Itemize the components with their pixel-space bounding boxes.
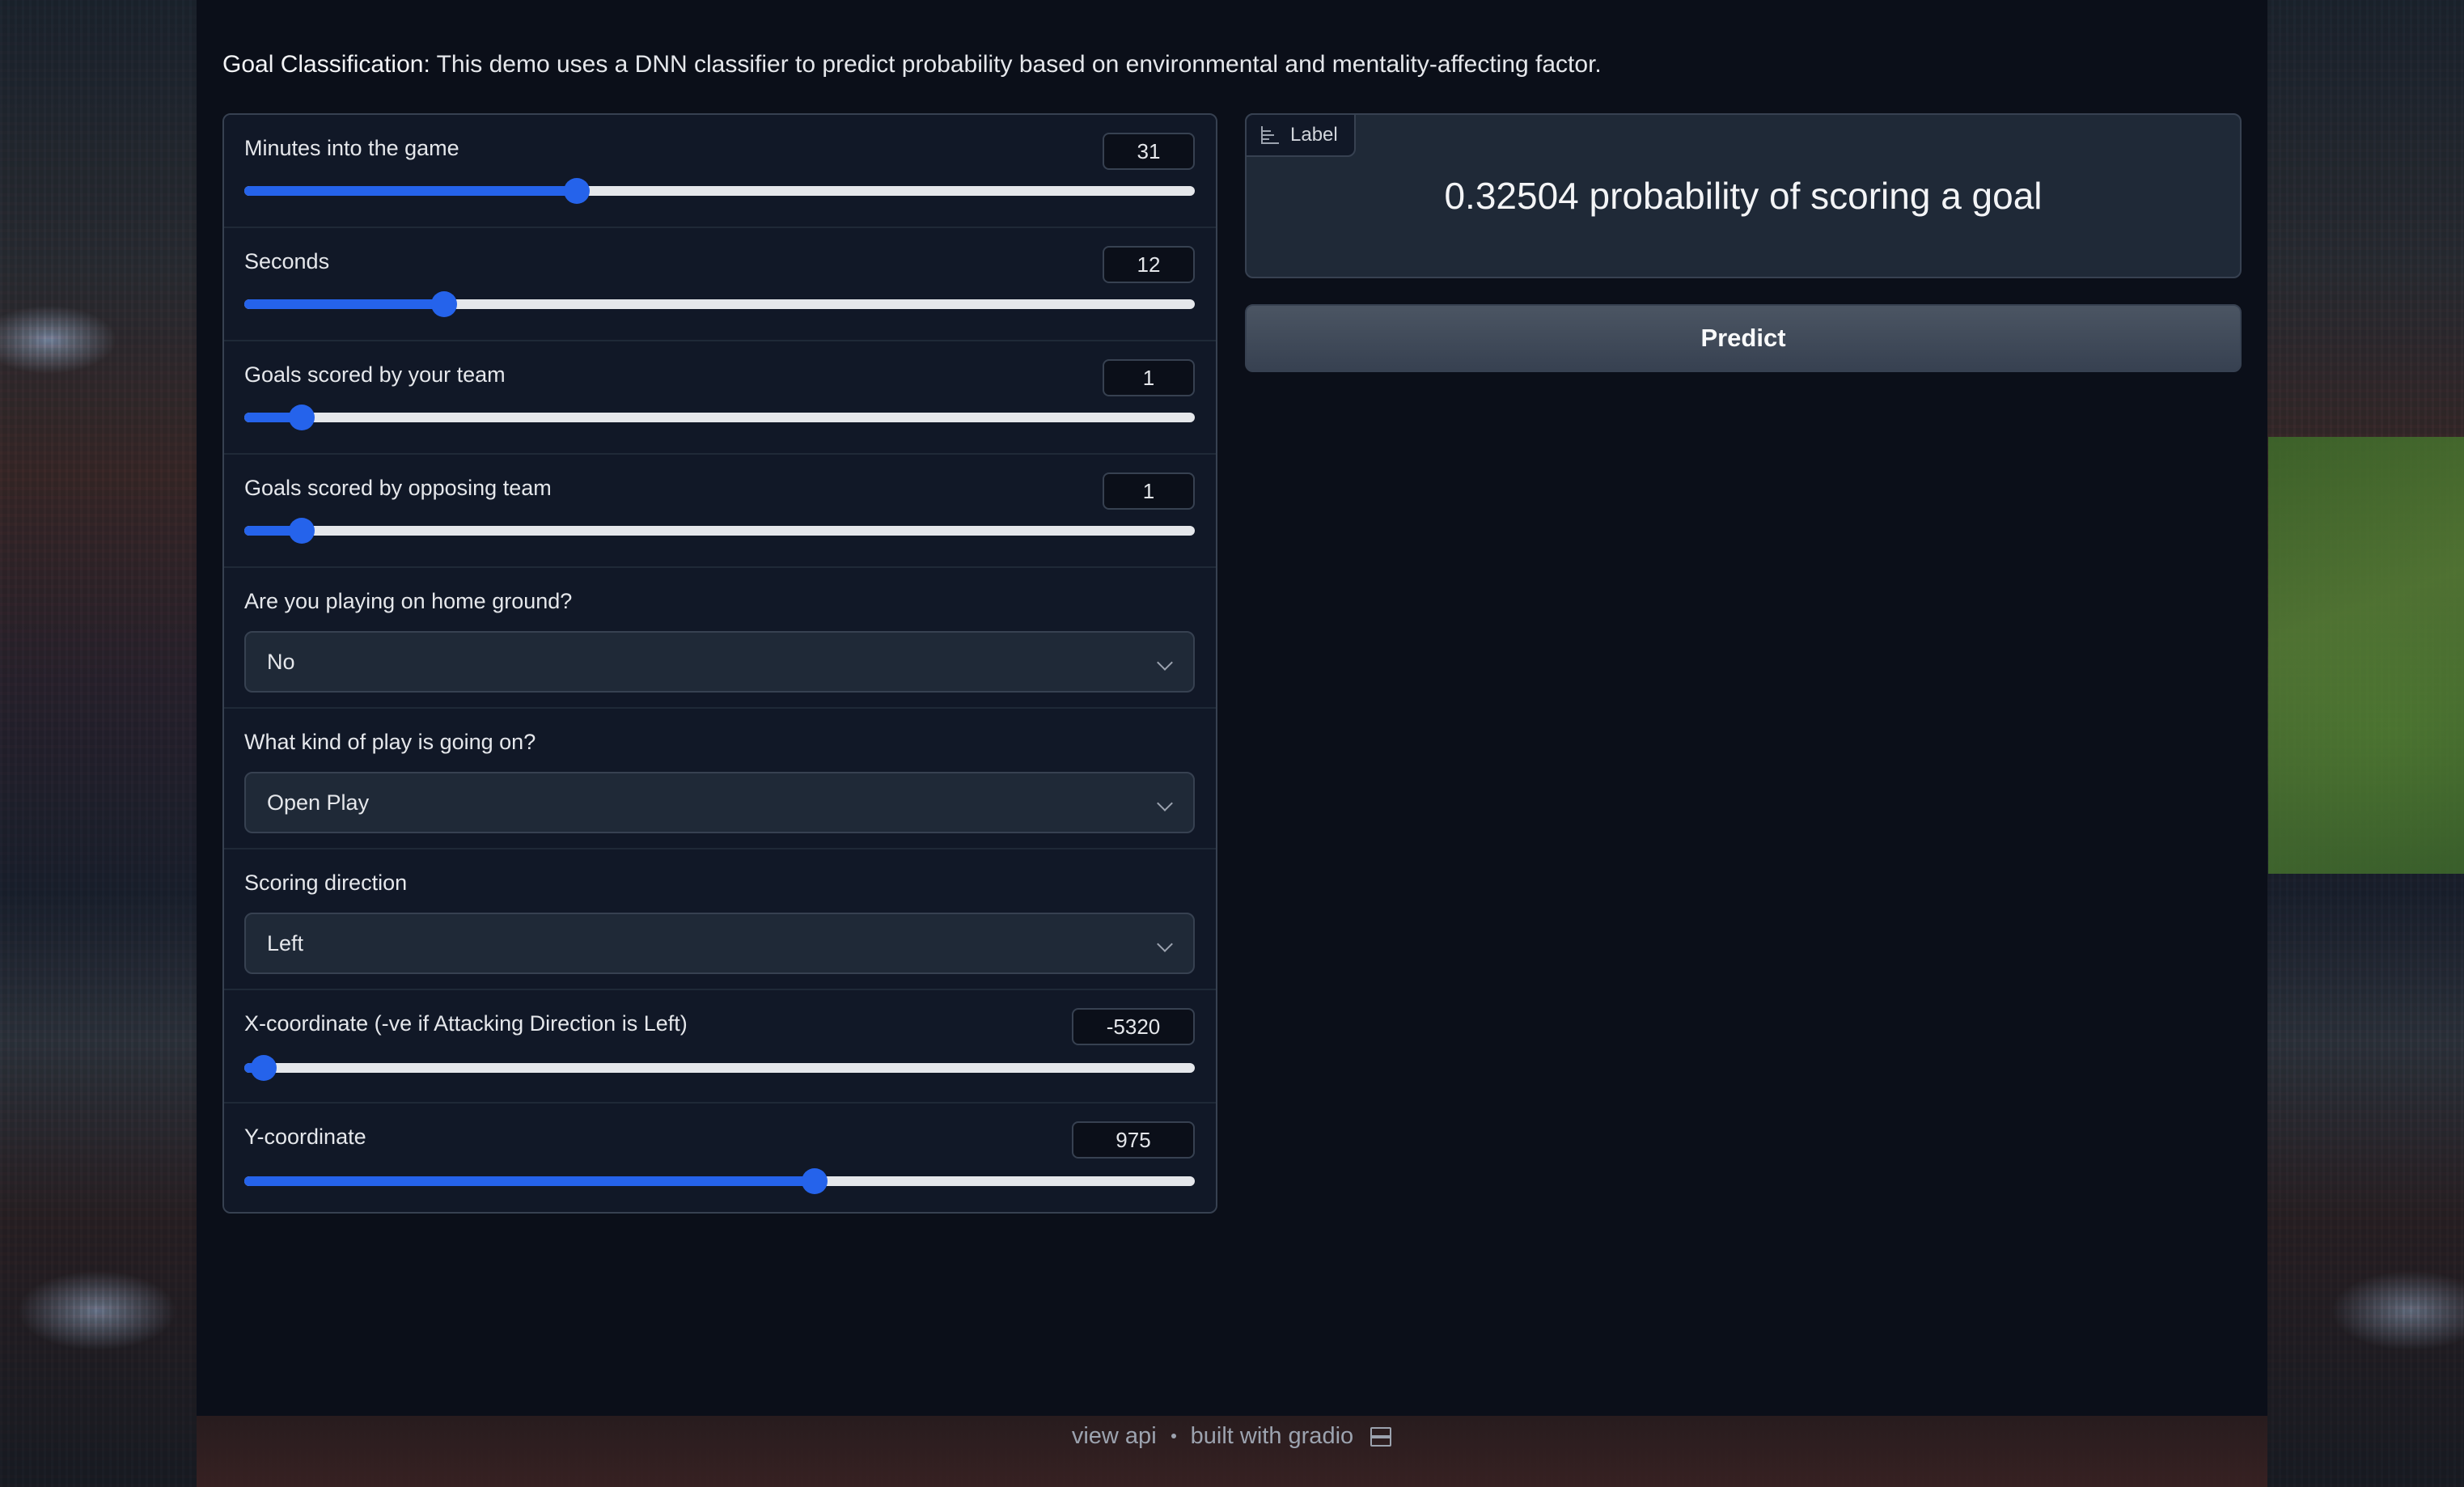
x-coordinate-number-input[interactable]: -5320 xyxy=(1072,1008,1195,1045)
gradio-logo-icon xyxy=(1368,1426,1392,1447)
description: Goal Classification: This demo uses a DN… xyxy=(222,45,2245,84)
scoring-direction-value: Left xyxy=(267,931,304,955)
footer: view api built with gradio xyxy=(0,1420,2464,1452)
seconds-number-input[interactable]: 12 xyxy=(1103,246,1195,283)
home-ground-dropdown[interactable]: No xyxy=(244,631,1195,693)
chevron-down-icon xyxy=(1157,655,1173,671)
goals-opposing-team-label: Goals scored by opposing team xyxy=(244,476,552,500)
y-coordinate-number-input[interactable]: 975 xyxy=(1072,1121,1195,1159)
goals-your-team-slider[interactable] xyxy=(244,405,1195,430)
output-label-tag: Label xyxy=(1245,113,1356,157)
play-type-label: What kind of play is going on? xyxy=(244,730,536,754)
y-coordinate-label: Y-coordinate xyxy=(244,1125,366,1149)
minutes-slider[interactable] xyxy=(244,178,1195,204)
play-type-block: What kind of play is going on? Open Play xyxy=(224,709,1216,848)
minutes-number-input[interactable]: 31 xyxy=(1103,133,1195,170)
play-type-dropdown[interactable]: Open Play xyxy=(244,772,1195,833)
seconds-slider[interactable] xyxy=(244,291,1195,317)
goals-your-team-label: Goals scored by your team xyxy=(244,362,506,387)
play-type-value: Open Play xyxy=(267,790,370,815)
description-text: This demo uses a DNN classifier to predi… xyxy=(430,51,1602,78)
y-coordinate-block: Y-coordinate 975 xyxy=(224,1104,1216,1212)
seconds-slider-fill xyxy=(244,299,444,309)
goals-your-team-number-input[interactable]: 1 xyxy=(1103,359,1195,396)
bar-chart-icon xyxy=(1261,126,1279,144)
home-ground-block: Are you playing on home ground? No xyxy=(224,568,1216,707)
minutes-block: Minutes into the game 31 xyxy=(224,115,1216,227)
seconds-label: Seconds xyxy=(244,249,330,273)
footer-separator xyxy=(1171,1434,1176,1438)
chevron-down-icon xyxy=(1157,936,1173,952)
chevron-down-icon xyxy=(1157,795,1173,811)
output-label-text: Label xyxy=(1290,124,1338,146)
inputs-panel: Minutes into the game 31 Seconds 12 Goal… xyxy=(222,113,1217,1214)
scoring-direction-dropdown[interactable]: Left xyxy=(244,913,1195,974)
minutes-slider-thumb[interactable] xyxy=(564,178,591,204)
y-coordinate-slider-thumb[interactable] xyxy=(802,1168,828,1194)
pitch-image xyxy=(2268,437,2464,874)
output-panel: Label 0.32504 probability of scoring a g… xyxy=(1245,113,2242,278)
seconds-block: Seconds 12 xyxy=(224,228,1216,340)
y-coordinate-slider-fill xyxy=(244,1176,815,1186)
home-ground-value: No xyxy=(267,650,295,674)
goals-your-team-block: Goals scored by your team 1 xyxy=(224,341,1216,453)
x-coordinate-slider-thumb[interactable] xyxy=(250,1055,277,1081)
view-api-link[interactable]: view api xyxy=(1072,1423,1157,1450)
goals-opposing-team-slider-thumb[interactable] xyxy=(288,518,315,544)
goals-opposing-team-number-input[interactable]: 1 xyxy=(1103,472,1195,510)
goals-opposing-team-block: Goals scored by opposing team 1 xyxy=(224,455,1216,566)
y-coordinate-slider[interactable] xyxy=(244,1168,1195,1194)
x-coordinate-label: X-coordinate (-ve if Attacking Direction… xyxy=(244,1011,688,1036)
seconds-slider-thumb[interactable] xyxy=(430,291,457,317)
predict-button[interactable]: Predict xyxy=(1245,304,2242,372)
x-coordinate-block: X-coordinate (-ve if Attacking Direction… xyxy=(224,990,1216,1102)
description-title: Goal Classification: xyxy=(222,51,430,78)
home-ground-label: Are you playing on home ground? xyxy=(244,589,573,613)
scoring-direction-block: Scoring direction Left xyxy=(224,849,1216,989)
minutes-slider-fill xyxy=(244,186,578,196)
scoring-direction-label: Scoring direction xyxy=(244,871,408,895)
goals-opposing-team-slider[interactable] xyxy=(244,518,1195,544)
x-coordinate-slider[interactable] xyxy=(244,1055,1195,1081)
minutes-label: Minutes into the game xyxy=(244,136,459,160)
goals-your-team-slider-thumb[interactable] xyxy=(288,405,315,430)
prediction-result: 0.32504 probability of scoring a goal xyxy=(1444,175,2043,217)
built-with-gradio-link[interactable]: built with gradio xyxy=(1191,1423,1354,1450)
